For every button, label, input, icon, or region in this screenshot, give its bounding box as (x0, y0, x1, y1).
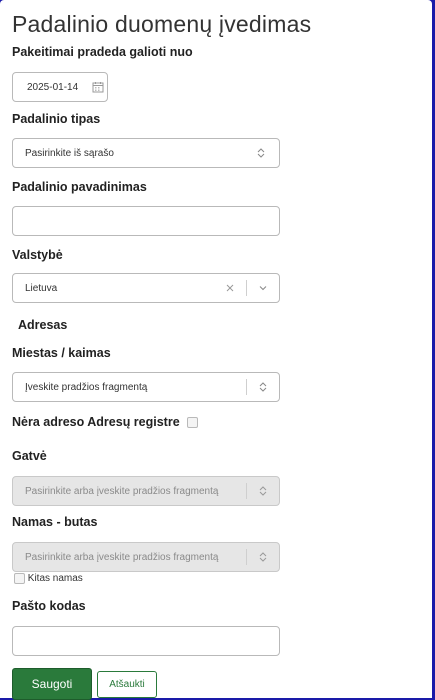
house-label: Namas - butas (12, 515, 98, 529)
calendar-icon[interactable] (90, 79, 106, 95)
country-select[interactable]: Lietuva (12, 273, 280, 303)
page-title: Padalinio duomenų įvedimas (12, 11, 312, 37)
country-value: Lietuva (25, 282, 58, 294)
unit-name-input[interactable] (12, 206, 280, 236)
clear-x-icon[interactable] (222, 280, 238, 296)
separator (246, 483, 247, 499)
city-select[interactable]: Įveskite pradžios fragmentą (12, 372, 280, 402)
house-placeholder: Pasirinkite arba įveskite pradžios fragm… (25, 551, 219, 563)
unit-type-select[interactable]: Pasirinkite iš sąrašo (12, 138, 280, 168)
street-label: Gatvė (12, 449, 47, 463)
unit-type-value: Pasirinkite iš sąrašo (25, 147, 114, 159)
separator (246, 379, 247, 395)
cancel-button[interactable]: Atšaukti (97, 671, 157, 698)
chevron-updown-icon[interactable] (255, 549, 271, 565)
chevron-updown-icon[interactable] (255, 483, 271, 499)
street-select[interactable]: Pasirinkite arba įveskite pradžios fragm… (12, 476, 280, 506)
no-register-row: Nėra adreso Adresų registre (12, 415, 199, 429)
address-section-title: Adresas (18, 318, 68, 332)
country-label: Valstybė (12, 248, 63, 262)
chevron-down-icon[interactable] (255, 280, 271, 296)
effective-date-label: Pakeitimai pradeda galioti nuo (12, 45, 193, 59)
save-button[interactable]: Saugoti (12, 668, 92, 700)
postal-code-label: Pašto kodas (12, 599, 86, 613)
other-house-label: Kitas namas (27, 573, 83, 584)
separator (246, 280, 247, 296)
form-panel: Padalinio duomenų įvedimas Pakeitimai pr… (0, 0, 432, 700)
other-house-checkbox[interactable] (14, 573, 25, 584)
chevron-updown-icon[interactable] (255, 379, 271, 395)
no-register-checkbox[interactable] (187, 417, 199, 429)
separator (246, 549, 247, 565)
street-placeholder: Pasirinkite arba įveskite pradžios fragm… (25, 485, 219, 497)
unit-type-label: Padalinio tipas (12, 112, 101, 126)
chevron-updown-icon (253, 145, 269, 161)
city-label: Miestas / kaimas (12, 346, 111, 360)
other-house-row: Kitas namas (14, 573, 83, 584)
effective-date-value: 2025-01-14 (27, 81, 79, 93)
effective-date-input[interactable]: 2025-01-14 (12, 72, 108, 102)
no-register-label: Nėra adreso Adresų registre (12, 415, 180, 429)
postal-code-input[interactable] (12, 626, 280, 656)
unit-name-label: Padalinio pavadinimas (12, 180, 147, 194)
house-select[interactable]: Pasirinkite arba įveskite pradžios fragm… (12, 542, 280, 572)
city-placeholder: Įveskite pradžios fragmentą (25, 381, 148, 393)
